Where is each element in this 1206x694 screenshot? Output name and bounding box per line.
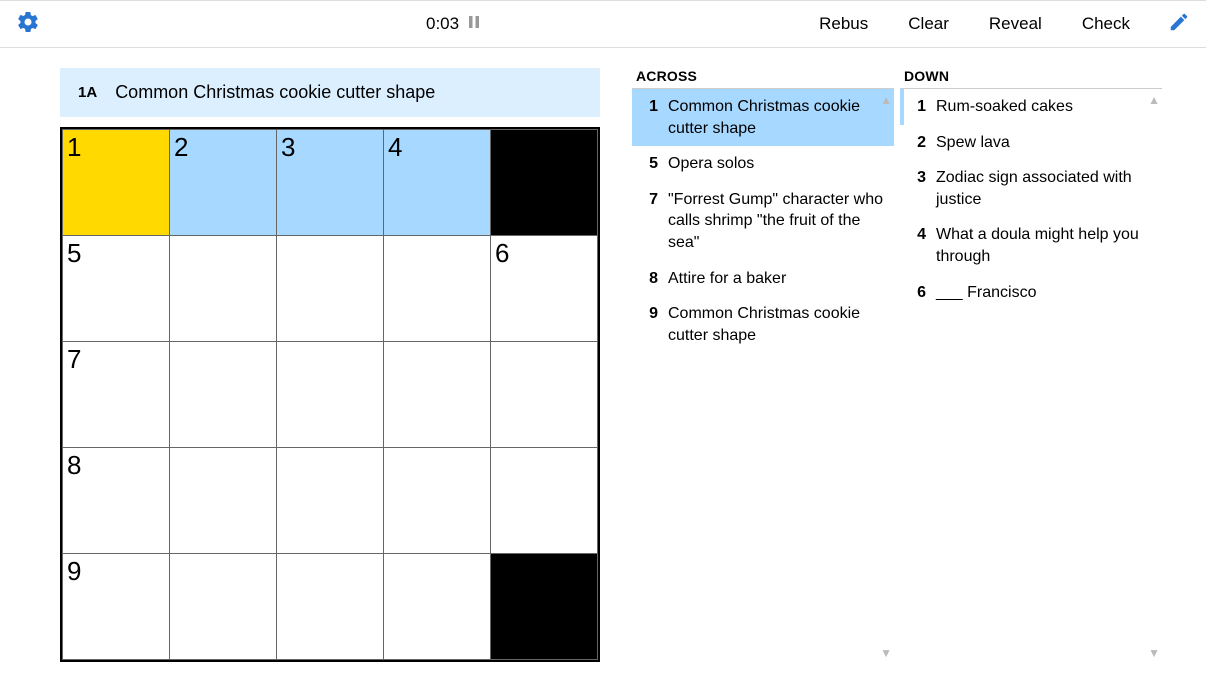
grid-cell[interactable] <box>491 342 598 448</box>
clue-number: 9 <box>632 303 668 346</box>
down-scroll[interactable]: ▲ 1Rum-soaked cakes2Spew lava3Zodiac sig… <box>900 88 1162 664</box>
pencil-icon[interactable] <box>1168 11 1190 38</box>
crossword-grid: 1 2 3 4 5 6 7 8 9 <box>60 127 600 662</box>
grid-cell[interactable] <box>277 236 384 342</box>
grid-cell[interactable]: 2 <box>170 130 277 236</box>
clue-number: 1 <box>900 96 936 118</box>
grid-cell[interactable] <box>384 448 491 554</box>
grid-cell[interactable]: 8 <box>63 448 170 554</box>
scroll-up-icon[interactable]: ▲ <box>1148 93 1160 107</box>
clear-button[interactable]: Clear <box>908 14 949 34</box>
clue-number: 6 <box>900 282 936 304</box>
cell-number: 4 <box>388 132 402 163</box>
grid-cell[interactable]: 6 <box>491 236 598 342</box>
cell-number: 8 <box>67 450 81 481</box>
clue-number: 8 <box>632 268 668 290</box>
reveal-button[interactable]: Reveal <box>989 14 1042 34</box>
cell-number: 7 <box>67 344 81 375</box>
grid-cell[interactable] <box>384 236 491 342</box>
scroll-down-icon[interactable]: ▼ <box>1148 646 1160 660</box>
rebus-button[interactable]: Rebus <box>819 14 868 34</box>
timer-value: 0:03 <box>426 14 459 34</box>
down-heading: DOWN <box>904 68 1162 84</box>
clue-text: Opera solos <box>668 153 884 175</box>
grid-cell[interactable] <box>491 448 598 554</box>
clue-text: Attire for a baker <box>668 268 884 290</box>
cell-number: 5 <box>67 238 81 269</box>
grid-cell[interactable]: 9 <box>63 554 170 660</box>
clue-item[interactable]: 6___ Francisco <box>900 275 1162 311</box>
grid-cell[interactable] <box>170 236 277 342</box>
clue-columns: ACROSS ▲ 1Common Christmas cookie cutter… <box>632 68 1168 664</box>
cell-number: 6 <box>495 238 509 269</box>
clue-item[interactable]: 3Zodiac sign associated with justice <box>900 160 1162 217</box>
puzzle-column: 1A Common Christmas cookie cutter shape … <box>60 68 600 664</box>
clue-item[interactable]: 8Attire for a baker <box>632 261 894 297</box>
clue-number: 1 <box>632 96 668 139</box>
clue-text: Common Christmas cookie cutter shape <box>668 303 884 346</box>
clue-text: Common Christmas cookie cutter shape <box>668 96 884 139</box>
clue-number: 2 <box>900 132 936 154</box>
clue-item[interactable]: 1Common Christmas cookie cutter shape <box>632 89 894 146</box>
grid-cell <box>491 554 598 660</box>
across-heading: ACROSS <box>636 68 894 84</box>
clue-text: Rum-soaked cakes <box>936 96 1152 118</box>
clue-item[interactable]: 9Common Christmas cookie cutter shape <box>632 296 894 353</box>
grid-cell <box>491 130 598 236</box>
clue-item[interactable]: 4What a doula might help you through <box>900 217 1162 274</box>
current-clue-text: Common Christmas cookie cutter shape <box>115 82 435 103</box>
clue-text: Spew lava <box>936 132 1152 154</box>
clue-text: ___ Francisco <box>936 282 1152 304</box>
cell-number: 2 <box>174 132 188 163</box>
grid-cell[interactable]: 3 <box>277 130 384 236</box>
grid-cell[interactable]: 5 <box>63 236 170 342</box>
current-clue-label: 1A <box>78 84 97 101</box>
clue-item[interactable]: 7"Forrest Gump" character who calls shri… <box>632 182 894 261</box>
grid-cell[interactable] <box>384 342 491 448</box>
down-list: DOWN ▲ 1Rum-soaked cakes2Spew lava3Zodia… <box>900 68 1162 664</box>
clue-text: What a doula might help you through <box>936 224 1152 267</box>
scroll-up-icon[interactable]: ▲ <box>880 93 892 107</box>
grid-cell[interactable] <box>170 448 277 554</box>
clue-number: 7 <box>632 189 668 254</box>
pause-icon[interactable] <box>467 14 481 34</box>
toolbar: 0:03 Rebus Clear Reveal Check <box>0 0 1206 48</box>
timer: 0:03 <box>426 14 481 34</box>
grid-cell[interactable] <box>277 342 384 448</box>
cell-number: 1 <box>67 132 81 163</box>
grid-cell[interactable] <box>277 448 384 554</box>
clue-text: Zodiac sign associated with justice <box>936 167 1152 210</box>
clue-number: 3 <box>900 167 936 210</box>
cell-number: 3 <box>281 132 295 163</box>
grid-cell[interactable] <box>277 554 384 660</box>
grid-cell[interactable] <box>170 554 277 660</box>
grid-cell[interactable] <box>170 342 277 448</box>
grid-cell[interactable]: 4 <box>384 130 491 236</box>
scroll-down-icon[interactable]: ▼ <box>880 646 892 660</box>
grid-cell[interactable]: 7 <box>63 342 170 448</box>
cell-number: 9 <box>67 556 81 587</box>
across-scroll[interactable]: ▲ 1Common Christmas cookie cutter shape5… <box>632 88 894 664</box>
clue-item[interactable]: 2Spew lava <box>900 125 1162 161</box>
clue-text: "Forrest Gump" character who calls shrim… <box>668 189 884 254</box>
clue-item[interactable]: 1Rum-soaked cakes <box>900 89 1162 125</box>
check-button[interactable]: Check <box>1082 14 1130 34</box>
grid-cell[interactable]: 1 <box>63 130 170 236</box>
gear-icon[interactable] <box>16 21 40 38</box>
grid-cell[interactable] <box>384 554 491 660</box>
clue-number: 5 <box>632 153 668 175</box>
main-content: 1A Common Christmas cookie cutter shape … <box>0 48 1206 664</box>
across-list: ACROSS ▲ 1Common Christmas cookie cutter… <box>632 68 894 664</box>
clue-item[interactable]: 5Opera solos <box>632 146 894 182</box>
current-clue-banner: 1A Common Christmas cookie cutter shape <box>60 68 600 117</box>
clue-number: 4 <box>900 224 936 267</box>
